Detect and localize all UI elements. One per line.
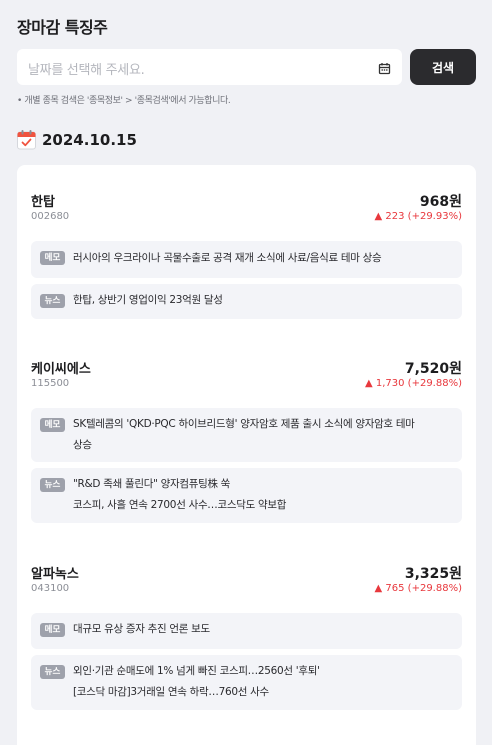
memo-box: 메모 대규모 유상 증자 추진 언론 보도	[31, 613, 462, 649]
stock-price: 3,325원	[404, 566, 462, 582]
stock-name: 케이씨에스	[31, 362, 91, 377]
memo-text: SK텔레콤의 'QKD·PQC 하이브리드형' 양자암호 제품 출시 소식에 양…	[73, 414, 452, 456]
search-row: 날짜를 선택해 주세요. 검색	[17, 49, 476, 85]
news-line[interactable]: 외인·기관 순매도에 1% 넘게 빠진 코스피…2560선 '후퇴'	[73, 661, 452, 682]
news-tag: 뉴스	[40, 665, 65, 679]
stock-change: ▲ 1,730 (+29.88%)	[365, 378, 462, 389]
memo-text: 러시아의 우크라이나 곡물수출로 공격 재개 소식에 사료/음식료 테마 상승	[73, 248, 452, 269]
news-line[interactable]: 코스피, 사흘 연속 2700선 사수…코스닥도 약보합	[73, 495, 452, 516]
news-box[interactable]: 뉴스 외인·기관 순매도에 1% 넘게 빠진 코스피…2560선 '후퇴' [코…	[31, 655, 462, 710]
memo-tag: 메모	[40, 251, 65, 265]
news-tag: 뉴스	[40, 294, 65, 308]
stock-name: 알파녹스	[31, 567, 79, 582]
stock-code: 043100	[31, 583, 70, 594]
stock-code: 002680	[31, 211, 70, 222]
date-picker-input[interactable]: 날짜를 선택해 주세요.	[17, 49, 402, 85]
memo-box: 메모 러시아의 우크라이나 곡물수출로 공격 재개 소식에 사료/음식료 테마 …	[31, 241, 462, 278]
memo-line: SK텔레콤의 'QKD·PQC 하이브리드형' 양자암호 제품 출시 소식에 양…	[73, 418, 415, 430]
news-line[interactable]: "R&D 족쇄 풀린다" 양자컴퓨팅株 쑥	[73, 474, 452, 495]
stock-code: 115500	[31, 378, 70, 389]
news-text: "R&D 족쇄 풀린다" 양자컴퓨팅株 쑥 코스피, 사흘 연속 2700선 사…	[73, 474, 452, 516]
news-line[interactable]: [코스닥 마감]3거래일 연속 하락…760선 사수	[73, 682, 452, 703]
selected-date: 2024.10.15	[42, 131, 137, 149]
calendar-icon[interactable]	[378, 60, 391, 75]
memo-box: 메모 SK텔레콤의 'QKD·PQC 하이브리드형' 양자암호 제품 출시 소식…	[31, 408, 462, 462]
search-button[interactable]: 검색	[410, 49, 476, 85]
stock-price: 7,520원	[404, 361, 462, 377]
memo-line: 상승	[73, 439, 92, 451]
memo-text: 대규모 유상 증자 추진 언론 보도	[73, 619, 452, 640]
memo-tag: 메모	[40, 623, 65, 637]
stock-change: ▲ 223 (+29.93%)	[374, 211, 462, 222]
news-box[interactable]: 뉴스 한탑, 상반기 영업이익 23억원 달성	[31, 284, 462, 319]
search-hint: • 개별 종목 검색은 '종목정보' > '종목검색'에서 가능합니다.	[17, 96, 231, 106]
stock-price: 968원	[419, 194, 462, 210]
stock-name: 한탑	[31, 195, 55, 210]
stock-change: ▲ 765 (+29.88%)	[374, 583, 462, 594]
memo-line: 러시아의 우크라이나 곡물수출로 공격 재개 소식에 사료/음식료 테마 상승	[73, 252, 382, 264]
calendar-emoji-icon	[17, 130, 36, 150]
news-box[interactable]: 뉴스 "R&D 족쇄 풀린다" 양자컴퓨팅株 쑥 코스피, 사흘 연속 2700…	[31, 468, 462, 523]
news-line[interactable]: 한탑, 상반기 영업이익 23억원 달성	[73, 290, 452, 311]
date-placeholder: 날짜를 선택해 주세요.	[28, 63, 145, 78]
memo-line: 대규모 유상 증자 추진 언론 보도	[73, 623, 210, 635]
news-text: 외인·기관 순매도에 1% 넘게 빠진 코스피…2560선 '후퇴' [코스닥 …	[73, 661, 452, 703]
stock-list-card: 한탑 002680 968원 ▲ 223 (+29.93%) 메모 러시아의 우…	[17, 165, 476, 745]
news-tag: 뉴스	[40, 478, 65, 492]
memo-tag: 메모	[40, 418, 65, 432]
news-text: 한탑, 상반기 영업이익 23억원 달성	[73, 290, 452, 311]
page-title: 장마감 특징주	[17, 18, 108, 37]
